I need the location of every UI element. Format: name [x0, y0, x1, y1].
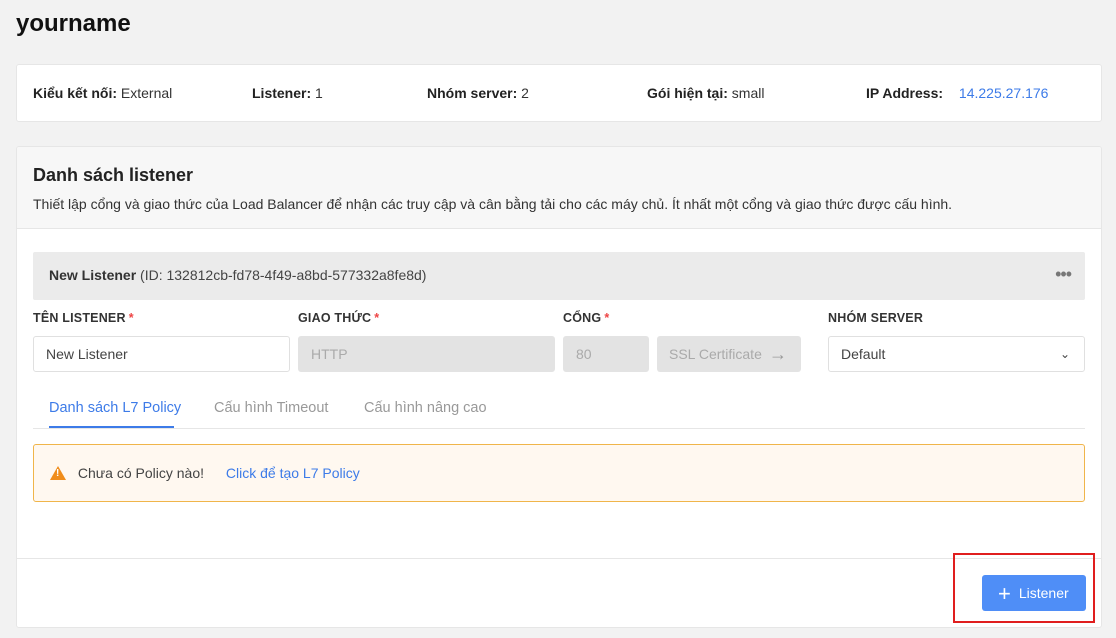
server-group-label-text: NHÓM SERVER: [828, 311, 924, 325]
create-l7-policy-link[interactable]: Click để tạo L7 Policy: [226, 465, 360, 481]
plan-value: small: [731, 85, 765, 101]
no-policy-alert: Chưa có Policy nào! Click để tạo L7 Poli…: [33, 444, 1085, 502]
required-mark: *: [374, 311, 380, 325]
port-label: CỔNG *: [563, 311, 609, 325]
listener-list-description: Thiết lập cổng và giao thức của Load Bal…: [33, 196, 953, 212]
arrow-right-icon: →: [769, 344, 787, 364]
tab-bar: Danh sách L7 Policy Cấu hình Timeout Cấu…: [33, 387, 1085, 429]
page-title: yourname: [16, 10, 131, 37]
protocol-label-text: GIAO THỨC: [298, 311, 372, 325]
port-label-text: CỔNG: [563, 311, 602, 325]
listener-name-input[interactable]: New Listener: [33, 336, 290, 372]
protocol-input: HTTP: [298, 336, 555, 372]
protocol-label: GIAO THỨC *: [298, 311, 379, 325]
active-tab-indicator: [49, 426, 174, 428]
listener-count-value: 1: [315, 85, 323, 101]
conn-type-label: Kiểu kết nối:: [33, 85, 118, 101]
listener-name: New Listener: [49, 267, 137, 283]
ssl-certificate-label: SSL Certificate: [669, 346, 762, 362]
server-group-count-value: 2: [521, 85, 529, 101]
required-mark: *: [128, 311, 134, 325]
ssl-certificate-button: SSL Certificate →: [657, 336, 801, 372]
ellipsis-icon[interactable]: •••: [1055, 264, 1072, 285]
tab-l7-policy[interactable]: Danh sách L7 Policy: [49, 400, 181, 416]
listener-header-bar: New Listener (ID: 132812cb-fd78-4f49-a8b…: [33, 252, 1085, 300]
server-group-count-label: Nhóm server:: [427, 85, 518, 101]
listener-list-header: Danh sách listener Thiết lập cổng và gia…: [17, 147, 1101, 229]
summary-server-group: Nhóm server: 2: [427, 85, 529, 101]
summary-card: Kiểu kết nối: External Listener: 1 Nhóm …: [16, 64, 1102, 122]
summary-plan: Gói hiện tại: small: [647, 85, 764, 101]
ip-value: 14.225.27.176: [958, 85, 1049, 101]
tab-timeout[interactable]: Cấu hình Timeout: [214, 400, 328, 416]
divider: [17, 558, 1101, 559]
port-input: 80: [563, 336, 649, 372]
listener-id: (ID: 132812cb-fd78-4f49-a8bd-577332a8fe8…: [140, 267, 427, 283]
listener-name-label-text: TÊN LISTENER: [33, 311, 126, 325]
summary-listener-count: Listener: 1: [252, 85, 323, 101]
server-group-label: NHÓM SERVER: [828, 311, 923, 325]
listener-list-title: Danh sách listener: [33, 165, 194, 185]
plan-label: Gói hiện tại:: [647, 85, 728, 101]
listener-list-card: Danh sách listener Thiết lập cổng và gia…: [16, 146, 1102, 628]
tab-advanced[interactable]: Cấu hình nâng cao: [364, 400, 487, 416]
summary-conn-type: Kiểu kết nối: External: [33, 85, 172, 101]
alert-message: Chưa có Policy nào!: [77, 465, 204, 481]
highlight-box: [953, 553, 1095, 623]
listener-name-label: TÊN LISTENER *: [33, 311, 134, 325]
ip-label: IP Address:: [866, 85, 944, 101]
chevron-down-icon: ⌄: [1059, 347, 1070, 361]
summary-ip: IP Address: 14.225.27.176: [866, 85, 1048, 101]
required-mark: *: [604, 311, 610, 325]
listener-count-label: Listener:: [252, 85, 312, 101]
server-group-select[interactable]: Default ⌄: [828, 336, 1085, 372]
server-group-value: Default: [841, 346, 886, 362]
conn-type-value: External: [120, 85, 173, 101]
warning-icon: [50, 466, 66, 480]
